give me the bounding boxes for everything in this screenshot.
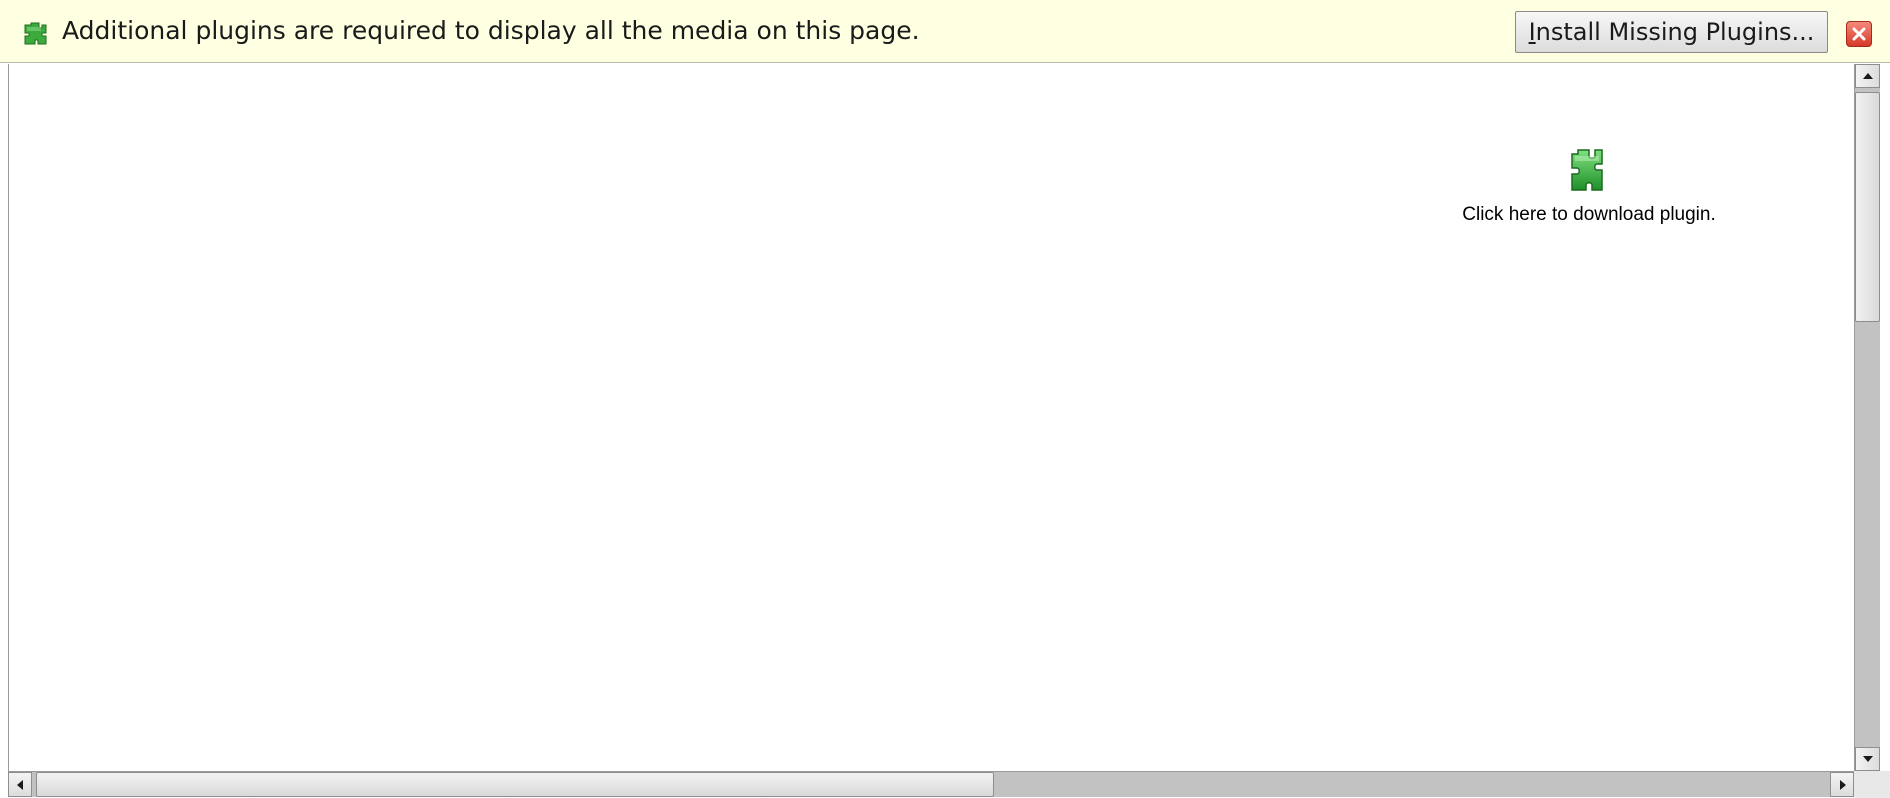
notification-message: Additional plugins are required to displ…: [62, 16, 920, 45]
scroll-down-button[interactable]: [1855, 747, 1880, 771]
scroll-up-button[interactable]: [1855, 64, 1880, 88]
vertical-scrollbar[interactable]: [1854, 64, 1880, 771]
arrow-up-icon: [1863, 73, 1873, 79]
install-missing-plugins-button[interactable]: Install Missing Plugins...: [1515, 11, 1828, 53]
horizontal-scroll-thumb[interactable]: [36, 772, 994, 797]
scroll-right-button[interactable]: [1830, 772, 1854, 797]
vertical-scroll-thumb[interactable]: [1855, 92, 1880, 322]
scrollbar-corner: [1854, 771, 1890, 798]
install-button-mnemonic: I: [1528, 18, 1536, 46]
scroll-left-button[interactable]: [8, 772, 32, 797]
browser-viewport: Additional plugins are required to displ…: [0, 0, 1890, 798]
page-content-area: Click here to download plugin.: [8, 64, 1854, 771]
puzzle-piece-icon: [22, 20, 48, 46]
arrow-left-icon: [17, 780, 23, 790]
download-plugin-placeholder[interactable]: Click here to download plugin.: [1439, 144, 1739, 234]
puzzle-piece-icon: [1562, 144, 1616, 198]
arrow-right-icon: [1840, 780, 1846, 790]
close-notification-button[interactable]: [1846, 21, 1872, 47]
horizontal-scrollbar[interactable]: [8, 771, 1854, 797]
arrow-down-icon: [1863, 756, 1873, 762]
close-icon: [1852, 27, 1866, 41]
missing-plugins-notification-bar: Additional plugins are required to displ…: [0, 0, 1890, 63]
install-button-label: nstall Missing Plugins...: [1535, 18, 1815, 46]
download-plugin-label[interactable]: Click here to download plugin.: [1439, 204, 1739, 226]
